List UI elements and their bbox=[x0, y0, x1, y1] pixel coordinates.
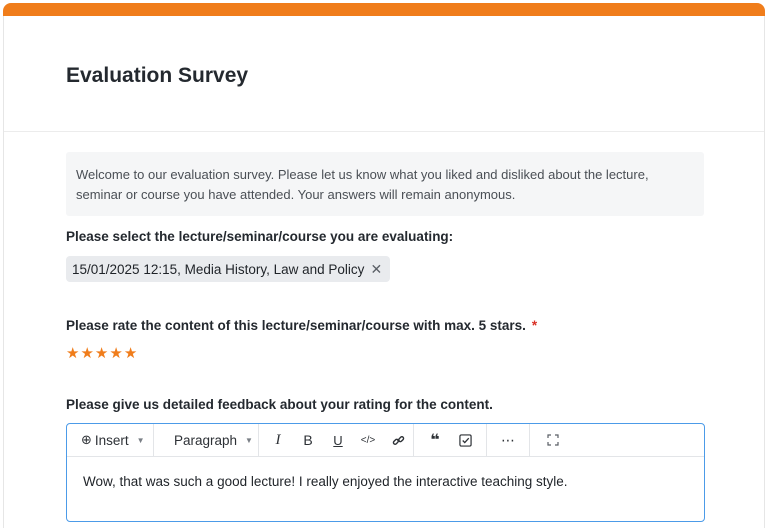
quote-icon[interactable]: ❝ bbox=[420, 424, 450, 456]
toolbar-group-text: I B U </> bbox=[259, 424, 414, 456]
intro-text-line1: Welcome to our evaluation survey. Please… bbox=[76, 167, 649, 182]
remove-selection-icon[interactable]: ✕ bbox=[370, 261, 382, 278]
toolbar-group-fullscreen bbox=[530, 424, 568, 456]
link-icon[interactable] bbox=[383, 424, 413, 456]
insert-label: Insert bbox=[94, 432, 129, 448]
editor-content[interactable]: Wow, that was such a good lecture! I rea… bbox=[83, 474, 568, 489]
page-title: Evaluation Survey bbox=[66, 64, 249, 87]
bold-icon[interactable]: B bbox=[293, 424, 323, 456]
star-icon-1[interactable]: ★ bbox=[66, 346, 79, 362]
star-icon-4[interactable]: ★ bbox=[109, 346, 122, 362]
underline-icon[interactable]: U bbox=[323, 424, 353, 456]
question-feedback-label: Please give us detailed feedback about y… bbox=[66, 397, 493, 412]
plus-circle-icon: ⊕ bbox=[81, 432, 92, 447]
checklist-icon[interactable] bbox=[450, 424, 480, 456]
rich-text-editor[interactable]: ⊕ Insert ▼ Paragraph ▼ I B U </> ❝ ⋯ Wow… bbox=[66, 423, 705, 522]
star-icon-3[interactable]: ★ bbox=[95, 346, 108, 362]
toolbar-group-block: ❝ bbox=[414, 424, 487, 456]
header-divider bbox=[4, 131, 764, 132]
chevron-down-icon: ▼ bbox=[136, 435, 145, 445]
intro-box: Welcome to our evaluation survey. Please… bbox=[66, 152, 704, 216]
question-course-label: Please select the lecture/seminar/course… bbox=[66, 229, 454, 244]
block-format-label: Paragraph bbox=[174, 432, 238, 448]
question-rating-text: Please rate the content of this lecture/… bbox=[66, 318, 526, 333]
block-format-select[interactable]: Paragraph ▼ bbox=[154, 424, 253, 456]
intro-text-line2: seminar or course you have attended. You… bbox=[76, 187, 516, 202]
more-options-icon[interactable]: ⋯ bbox=[493, 424, 523, 456]
selected-course-text: 15/01/2025 12:15, Media History, Law and… bbox=[72, 261, 365, 277]
toolbar-group-more: ⋯ bbox=[487, 424, 530, 456]
star-rating[interactable]: ★ ★ ★ ★ ★ bbox=[66, 346, 137, 362]
star-icon-5[interactable]: ★ bbox=[124, 346, 137, 362]
code-icon[interactable]: </> bbox=[353, 424, 383, 456]
toolbar-group-format: Paragraph ▼ bbox=[154, 424, 259, 456]
fullscreen-icon[interactable] bbox=[538, 424, 568, 456]
toolbar-group-insert: ⊕ Insert ▼ bbox=[67, 424, 154, 456]
selected-course-chip: 15/01/2025 12:15, Media History, Law and… bbox=[66, 256, 391, 282]
editor-toolbar: ⊕ Insert ▼ Paragraph ▼ I B U </> ❝ ⋯ bbox=[67, 424, 704, 457]
italic-icon[interactable]: I bbox=[263, 424, 293, 456]
required-marker: * bbox=[531, 318, 538, 333]
survey-page: Evaluation Survey Welcome to our evaluat… bbox=[0, 0, 768, 528]
question-rating-label: Please rate the content of this lecture/… bbox=[66, 318, 537, 333]
chevron-down-icon: ▼ bbox=[245, 435, 253, 445]
insert-button[interactable]: ⊕ Insert ▼ bbox=[67, 424, 145, 456]
star-icon-2[interactable]: ★ bbox=[80, 346, 93, 362]
